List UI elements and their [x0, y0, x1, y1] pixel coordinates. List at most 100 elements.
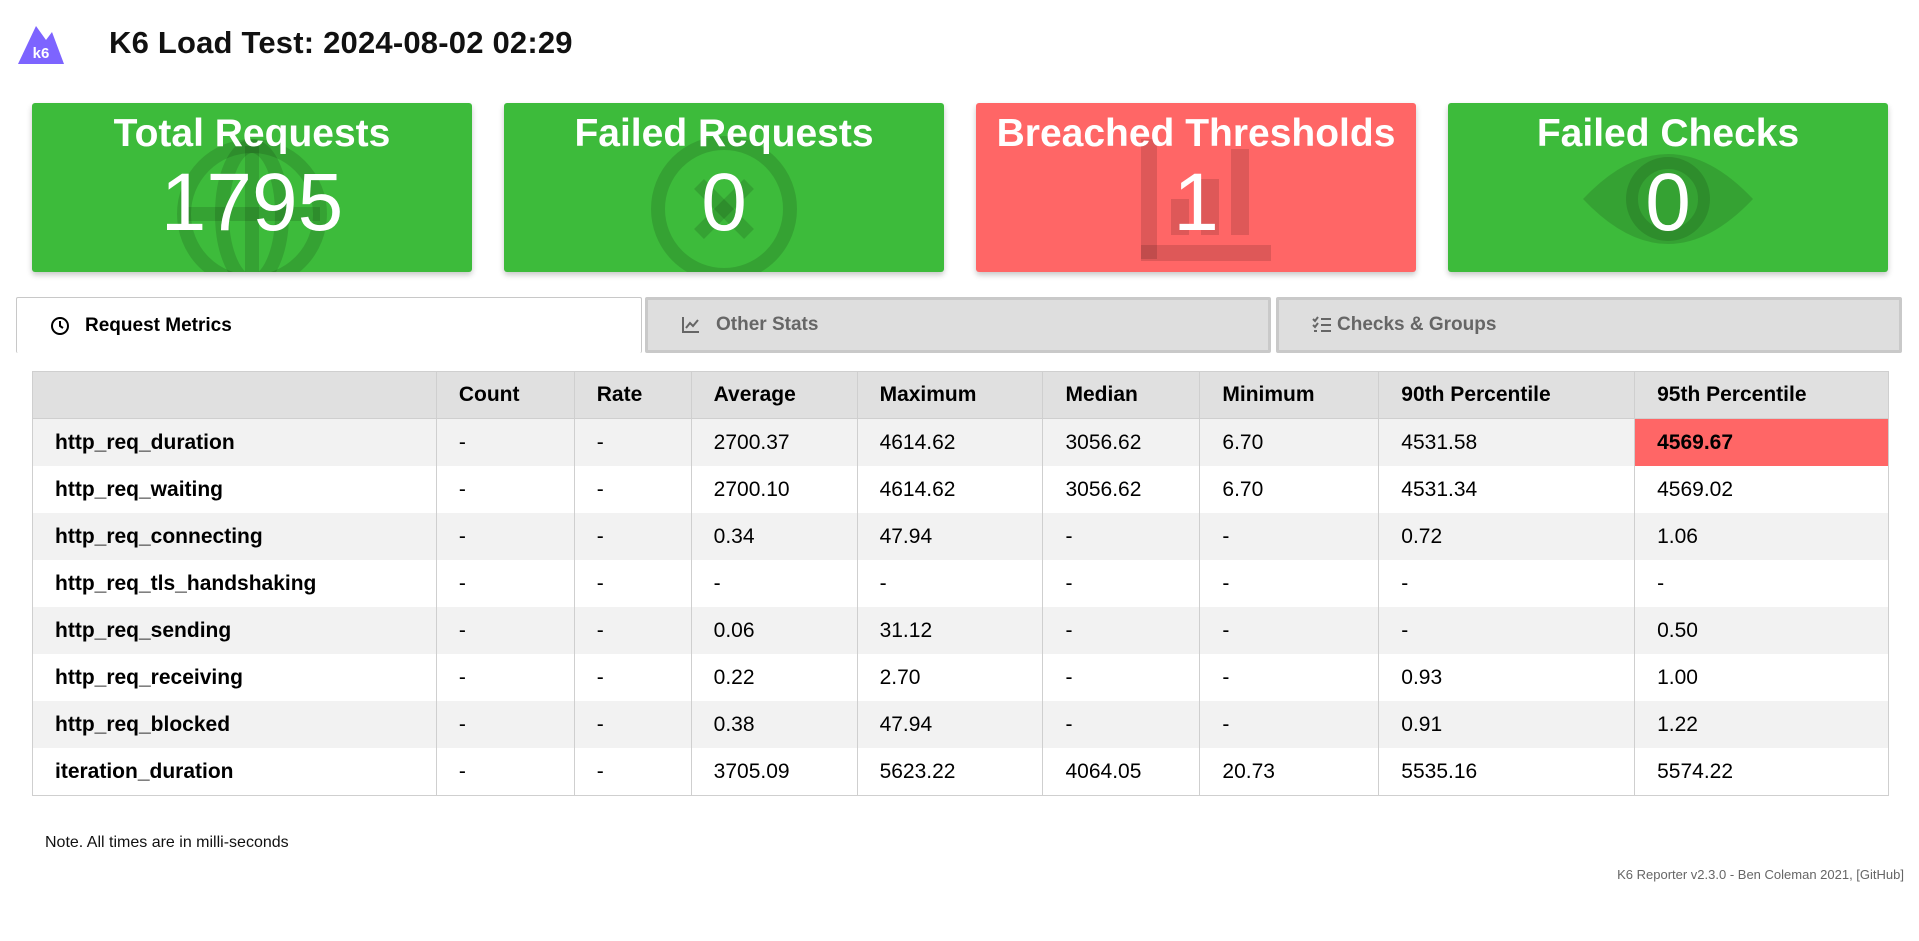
rate-cell: - [573, 560, 692, 607]
average-cell: 0.06 [690, 607, 858, 654]
card-value: 0 [1645, 157, 1691, 248]
p90-cell: 4531.58 [1378, 418, 1635, 466]
card-value: 0 [701, 157, 747, 248]
metric-name: http_req_sending [32, 607, 437, 654]
column-header-p95: 95th Percentile [1634, 371, 1889, 419]
column-header-count: Count [435, 371, 575, 419]
minimum-cell: - [1199, 701, 1379, 748]
average-cell: 0.22 [690, 654, 858, 701]
p90-cell: - [1378, 607, 1635, 654]
metric-name: http_req_duration [32, 418, 437, 466]
p90-cell: 0.72 [1378, 513, 1635, 560]
tab-other-stats[interactable]: Other Stats [645, 297, 1271, 353]
average-cell: 2700.37 [690, 418, 858, 466]
minimum-cell: - [1199, 513, 1379, 560]
maximum-cell: - [856, 560, 1043, 607]
page-title: K6 Load Test: 2024-08-02 02:29 [109, 25, 573, 60]
p90-cell: 5535.16 [1378, 748, 1635, 796]
metric-name: http_req_receiving [32, 654, 437, 701]
card-total-requests: Total Requests 1795 [32, 103, 472, 272]
p90-cell: 0.93 [1378, 654, 1635, 701]
count-cell: - [435, 607, 575, 654]
maximum-cell: 47.94 [856, 513, 1043, 560]
rate-cell: - [573, 654, 692, 701]
median-cell: 3056.62 [1042, 418, 1200, 466]
metric-name: http_req_connecting [32, 513, 437, 560]
p95-cell: 4569.02 [1634, 466, 1889, 513]
minimum-cell: 6.70 [1199, 418, 1379, 466]
median-cell: - [1042, 701, 1200, 748]
p90-cell: 0.91 [1378, 701, 1635, 748]
minimum-cell: 20.73 [1199, 748, 1379, 796]
count-cell: - [435, 748, 575, 796]
maximum-cell: 4614.62 [856, 466, 1043, 513]
column-header-rate: Rate [573, 371, 692, 419]
table-row: http_req_waiting - - 2700.10 4614.62 305… [32, 466, 1889, 513]
average-cell: 3705.09 [690, 748, 858, 796]
median-cell: 3056.62 [1042, 466, 1200, 513]
tab-checks-groups[interactable]: Checks & Groups [1276, 297, 1902, 353]
minimum-cell: 6.70 [1199, 466, 1379, 513]
clock-icon [51, 316, 69, 335]
units-note: Note. All times are in milli-seconds [45, 834, 289, 851]
maximum-cell: 47.94 [856, 701, 1043, 748]
count-cell: - [435, 654, 575, 701]
card-value: 1 [1173, 157, 1219, 248]
column-header-average: Average [690, 371, 858, 419]
average-cell: - [690, 560, 858, 607]
column-header-minimum: Minimum [1199, 371, 1379, 419]
tab-label: Request Metrics [85, 314, 232, 336]
rate-cell: - [573, 748, 692, 796]
p95-cell: 1.00 [1634, 654, 1889, 701]
p95-cell: 5574.22 [1634, 748, 1889, 796]
card-failed-requests: Failed Requests 0 [504, 103, 944, 272]
rate-cell: - [573, 701, 692, 748]
table-header-row: Count Rate Average Maximum Median Minimu… [32, 371, 1889, 419]
card-label: Breached Thresholds [996, 112, 1396, 155]
card-breached-thresholds: Breached Thresholds 1 [976, 103, 1416, 272]
median-cell: - [1042, 560, 1200, 607]
average-cell: 2700.10 [690, 466, 858, 513]
p95-cell: 0.50 [1634, 607, 1889, 654]
card-label: Total Requests [113, 112, 391, 155]
rate-cell: - [573, 418, 692, 466]
k6-logo: k6 [18, 26, 64, 64]
average-cell: 0.34 [690, 513, 858, 560]
count-cell: - [435, 560, 575, 607]
column-header-p90: 90th Percentile [1378, 371, 1635, 419]
line-chart-icon [682, 317, 699, 333]
table-row: iteration_duration - - 3705.09 5623.22 4… [32, 748, 1889, 796]
footer-credit[interactable]: K6 Reporter v2.3.0 - Ben Coleman 2021, [… [1617, 867, 1904, 882]
minimum-cell: - [1199, 560, 1379, 607]
maximum-cell: 5623.22 [856, 748, 1043, 796]
median-cell: - [1042, 607, 1200, 654]
metric-name: iteration_duration [32, 748, 437, 796]
tab-label: Checks & Groups [1337, 314, 1497, 335]
card-label: Failed Requests [574, 112, 874, 155]
average-cell: 0.38 [690, 701, 858, 748]
tab-request-metrics[interactable]: Request Metrics [16, 297, 642, 353]
page-header: k6 K6 Load Test: 2024-08-02 02:29 [16, 18, 573, 68]
count-cell: - [435, 418, 575, 466]
tab-bar: Request Metrics Other Stats Checks & Gro… [16, 297, 1902, 355]
p95-cell: - [1634, 560, 1889, 607]
minimum-cell: - [1199, 654, 1379, 701]
p90-cell: 4531.34 [1378, 466, 1635, 513]
request-metrics-table: Count Rate Average Maximum Median Minimu… [32, 371, 1889, 796]
card-failed-checks: Failed Checks 0 [1448, 103, 1888, 272]
maximum-cell: 2.70 [856, 654, 1043, 701]
rate-cell: - [573, 466, 692, 513]
p90-cell: - [1378, 560, 1635, 607]
column-header-metric [32, 371, 437, 419]
summary-cards: Total Requests 1795 Failed Requests 0 Br… [32, 103, 1889, 272]
count-cell: - [435, 513, 575, 560]
metric-name: http_req_blocked [32, 701, 437, 748]
maximum-cell: 4614.62 [856, 418, 1043, 466]
maximum-cell: 31.12 [856, 607, 1043, 654]
p95-cell-breached: 4569.67 [1634, 418, 1889, 466]
table-row: http_req_sending - - 0.06 31.12 - - - 0.… [32, 607, 1889, 654]
table-row: http_req_blocked - - 0.38 47.94 - - 0.91… [32, 701, 1889, 748]
table-row: http_req_duration - - 2700.37 4614.62 30… [32, 418, 1889, 466]
median-cell: - [1042, 654, 1200, 701]
column-header-median: Median [1042, 371, 1200, 419]
